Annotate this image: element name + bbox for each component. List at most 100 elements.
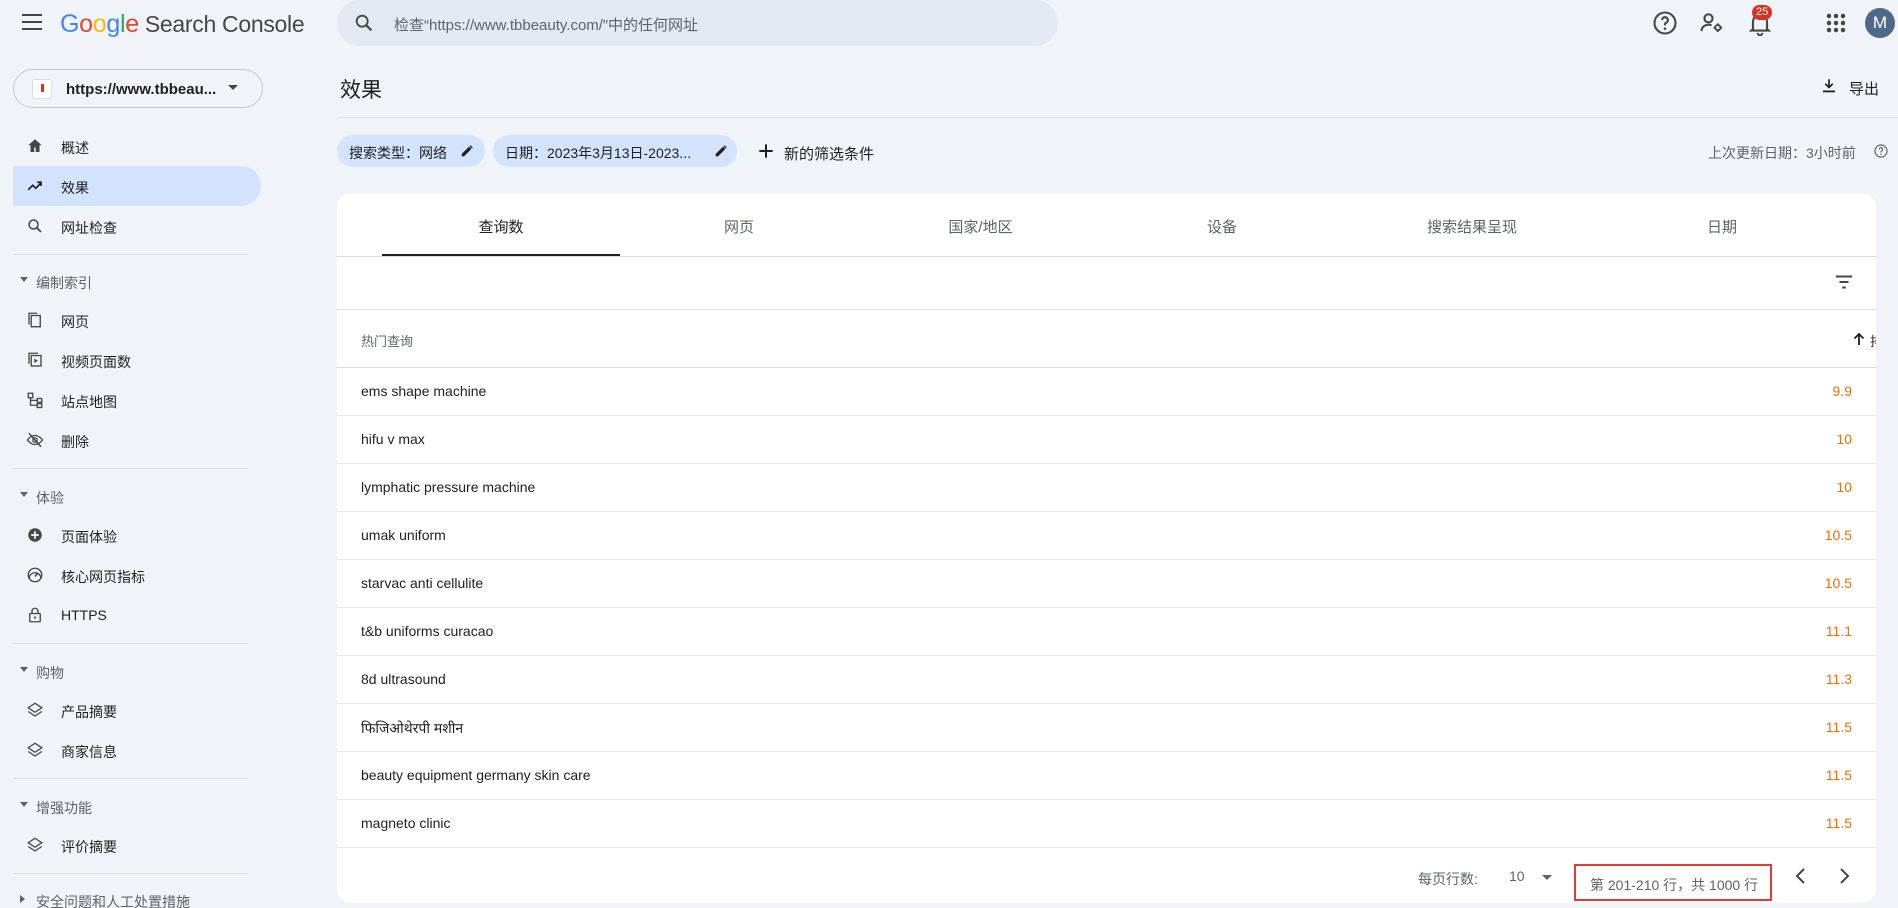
position-value: 11.5 [1825, 767, 1852, 783]
query-text: starvac anti cellulite [361, 575, 484, 591]
property-selector[interactable]: https://www.tbbeau... [13, 69, 263, 108]
rows-per-page-select[interactable]: 10 [1509, 864, 1559, 888]
table-row[interactable]: umak uniform 10.5 [337, 512, 1876, 560]
query-text: t&b uniforms curacao [361, 623, 494, 639]
notification-badge: 25 [1752, 5, 1773, 20]
url-inspection-search[interactable]: 检查“https://www.tbbeauty.com/”中的任何网址 [337, 0, 1058, 46]
sidebar-item-pages[interactable]: 网页 [13, 300, 261, 340]
lock-icon [29, 607, 41, 623]
query-text: hifu v max [361, 431, 425, 447]
position-value: 11.5 [1825, 719, 1852, 735]
search-icon [355, 14, 373, 32]
sidebar-divider [13, 254, 248, 255]
tab-devices[interactable]: 设备 [1103, 193, 1341, 256]
sort-arrow-up-icon [1853, 332, 1865, 345]
sidebar-divider [13, 873, 248, 874]
header-divider [338, 117, 1898, 118]
query-text: ems shape machine [361, 383, 487, 399]
collapse-icon [20, 492, 28, 497]
sidebar-item-sitemaps[interactable]: 站点地图 [13, 380, 261, 420]
pages-icon [28, 312, 41, 328]
sidebar-item-overview[interactable]: 概述 [13, 126, 261, 166]
search-icon [28, 219, 42, 233]
sidebar-item-merchant-listings[interactable]: 商家信息 [13, 730, 261, 770]
collapse-icon [20, 277, 28, 282]
download-icon [1823, 79, 1835, 93]
table-row[interactable]: 8d ultrasound 11.3 [337, 656, 1876, 704]
position-value: 11.1 [1825, 623, 1852, 639]
query-text: beauty equipment germany skin care [361, 767, 591, 783]
speed-icon [27, 567, 43, 583]
tab-dates[interactable]: 日期 [1603, 193, 1841, 256]
property-label: https://www.tbbeau... [66, 81, 217, 98]
rows-per-page-label: 每页行数: [1418, 871, 1478, 887]
sidebar-item-https[interactable]: HTTPS [13, 595, 261, 635]
product-name: Search Console [144, 11, 305, 37]
page-range-text: 第 201-210 行，共 1000 行 [1590, 877, 1759, 893]
tab-queries[interactable]: 查询数 [382, 193, 620, 256]
position-value: 9.9 [1832, 383, 1852, 399]
position-value: 11.5 [1825, 815, 1852, 831]
last-updated-text: 上次更新日期：3小时前 [1708, 145, 1856, 161]
previous-page-icon[interactable] [1789, 864, 1813, 888]
page-title: 效果 [340, 79, 382, 102]
help-icon[interactable] [1651, 9, 1679, 37]
collapse-icon [20, 667, 28, 672]
edit-icon [715, 145, 727, 157]
sidebar-item-url-inspection[interactable]: 网址检查 [13, 206, 261, 246]
sidebar-item-performance[interactable]: 效果 [13, 166, 261, 206]
table-row[interactable]: ems shape machine 9.9 [337, 368, 1876, 416]
plus-icon [759, 144, 773, 158]
page-experience-icon [28, 528, 42, 542]
table-row[interactable]: hifu v max 10 [337, 416, 1876, 464]
sidebar-item-removals[interactable]: 删除 [13, 420, 261, 460]
sidebar-item-core-web-vitals[interactable]: 核心网页指标 [13, 555, 261, 595]
video-pages-icon [28, 352, 42, 367]
edit-icon [461, 145, 473, 157]
expand-icon [20, 895, 25, 903]
sidebar-item-video-pages[interactable]: 视频页面数 [13, 340, 261, 380]
table-row[interactable]: फिजिओथेरपी मशीन 11.5 [337, 704, 1876, 752]
manage-users-icon[interactable] [1698, 9, 1726, 37]
position-value: 10 [1836, 431, 1852, 447]
next-page-icon[interactable] [1832, 864, 1856, 888]
filter-rows-icon[interactable] [1833, 272, 1855, 292]
table-row[interactable]: starvac anti cellulite 10.5 [337, 560, 1876, 608]
sidebar-divider [13, 468, 248, 469]
sidebar-divider [13, 778, 248, 779]
table-row[interactable]: beauty equipment germany skin care 11.5 [337, 752, 1876, 800]
position-value: 10.5 [1824, 527, 1852, 543]
table-row[interactable]: magneto clinic 11.5 [337, 800, 1876, 848]
layers-icon [27, 702, 43, 717]
sidebar-item-product-snippets[interactable]: 产品摘要 [13, 690, 261, 730]
site-favicon-icon [32, 79, 52, 99]
home-icon [28, 139, 42, 152]
query-text: 8d ultrasound [361, 671, 446, 687]
layers-icon [27, 837, 43, 852]
results-card: 查询数 网页 国家/地区 设备 搜索结果呈现 日期 热门查询 排名 ems sh… [337, 193, 1876, 903]
logo[interactable]: Google Search Console [60, 10, 305, 39]
position-value: 10.5 [1824, 575, 1852, 591]
tabs-divider [337, 256, 1876, 257]
avatar[interactable]: M [1865, 8, 1895, 38]
tab-search-appearance[interactable]: 搜索结果呈现 [1341, 193, 1603, 256]
sidebar-item-review-snippets[interactable]: 评价摘要 [13, 825, 261, 865]
trending-up-icon [27, 181, 42, 191]
position-value: 11.3 [1825, 671, 1852, 687]
table-row[interactable]: t&b uniforms curacao 11.1 [337, 608, 1876, 656]
query-text: umak uniform [361, 527, 446, 543]
help-icon[interactable] [1873, 143, 1889, 159]
table-row[interactable]: lymphatic pressure machine 10 [337, 464, 1876, 512]
menu-icon[interactable] [22, 14, 42, 30]
query-text: magneto clinic [361, 815, 451, 831]
tab-countries[interactable]: 国家/地区 [858, 193, 1103, 256]
apps-grid-icon[interactable] [1822, 9, 1850, 37]
filter-chip-search-type[interactable]: 搜索类型：网络 [337, 135, 485, 167]
sitemap-icon [27, 392, 43, 409]
sidebar-item-page-experience[interactable]: 页面体验 [13, 515, 261, 555]
tab-pages[interactable]: 网页 [620, 193, 858, 256]
position-value: 10 [1836, 479, 1852, 495]
filter-chip-date[interactable]: 日期：2023年3月13日-2023... [493, 135, 737, 167]
toolbar-divider [337, 309, 1876, 310]
query-text: फिजिओथेरपी मशीन [361, 720, 464, 736]
